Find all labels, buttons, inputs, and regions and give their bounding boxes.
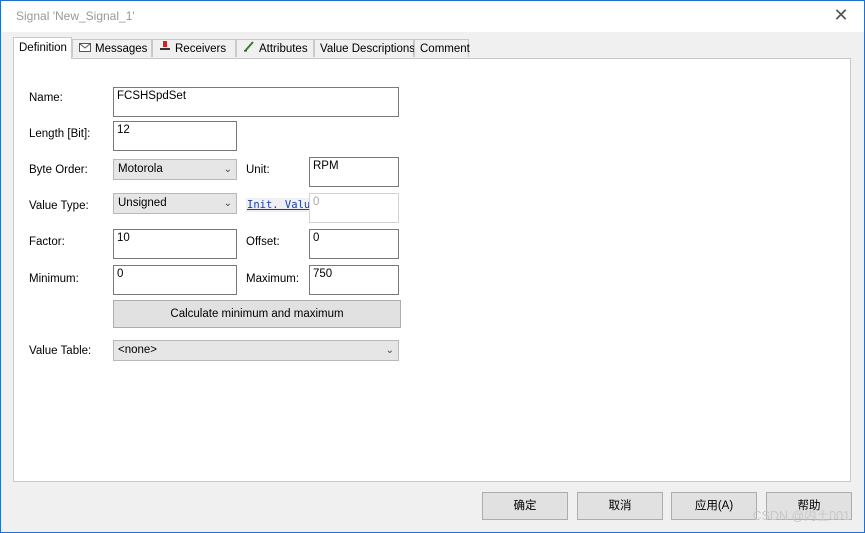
envelope-icon [78, 40, 91, 58]
signal-dialog: Signal 'New_Signal_1' ✕ Definition Messa… [0, 0, 865, 533]
tab-label: Receivers [175, 43, 227, 55]
definition-panel: Name: FCSHSpdSet Length [Bit]: 12 Byte O… [13, 58, 851, 482]
maximum-field[interactable]: 750 [309, 265, 399, 295]
factor-field[interactable]: 10 [113, 229, 237, 259]
tab-label: Attributes [259, 43, 308, 55]
chevron-down-icon: ⌄ [385, 345, 394, 356]
window-title: Signal 'New_Signal_1' [16, 9, 135, 23]
minimum-label: Minimum: [29, 273, 79, 285]
byte-order-value: Motorola [118, 163, 163, 175]
tab-messages[interactable]: Messages [72, 39, 152, 57]
tab-attributes[interactable]: Attributes [236, 39, 314, 57]
tab-receivers[interactable]: Receivers [152, 39, 236, 57]
apply-button[interactable]: 应用(A) [671, 492, 757, 520]
chevron-down-icon: ⌄ [223, 164, 232, 175]
name-field[interactable]: FCSHSpdSet [113, 87, 399, 117]
minimum-field[interactable]: 0 [113, 265, 237, 295]
tab-label: Definition [19, 42, 67, 54]
offset-field[interactable]: 0 [309, 229, 399, 259]
title-bar: Signal 'New_Signal_1' ✕ [1, 1, 864, 32]
close-icon[interactable]: ✕ [832, 6, 850, 24]
tab-label: Messages [95, 43, 148, 55]
cancel-button[interactable]: 取消 [577, 492, 663, 520]
value-type-value: Unsigned [118, 197, 167, 209]
byte-order-label: Byte Order: [29, 164, 88, 176]
ok-button[interactable]: 确定 [482, 492, 568, 520]
maximum-label: Maximum: [246, 273, 300, 285]
tab-definition[interactable]: Definition [13, 37, 72, 59]
unit-label: Unit: [246, 164, 270, 176]
value-type-label: Value Type: [29, 200, 89, 212]
tab-value-descriptions[interactable]: Value Descriptions [314, 39, 416, 57]
length-label: Length [Bit]: [29, 128, 91, 140]
watermark-text: CSDN @内土001 [752, 509, 850, 523]
value-table-label: Value Table: [29, 345, 92, 357]
pencil-icon [242, 40, 255, 58]
factor-label: Factor: [29, 236, 65, 248]
byte-order-select[interactable]: Motorola ⌄ [113, 159, 237, 180]
value-table-value: <none> [118, 344, 158, 356]
value-table-select[interactable]: <none> ⌄ [113, 340, 399, 361]
offset-label: Offset: [246, 236, 280, 248]
name-label: Name: [29, 92, 63, 104]
receiver-icon [158, 40, 171, 58]
tab-label: Value Descriptions [320, 43, 416, 55]
value-type-select[interactable]: Unsigned ⌄ [113, 193, 237, 214]
tab-comment[interactable]: Comment [414, 39, 470, 57]
chevron-down-icon: ⌄ [223, 198, 232, 209]
length-field[interactable]: 12 [113, 121, 237, 151]
calculate-min-max-button[interactable]: Calculate minimum and maximum [113, 300, 401, 328]
init-value-field: 0 [309, 193, 399, 223]
init-value-link[interactable]: Init. Value [246, 198, 311, 212]
tab-label: Comment [420, 43, 470, 55]
unit-field[interactable]: RPM [309, 157, 399, 187]
